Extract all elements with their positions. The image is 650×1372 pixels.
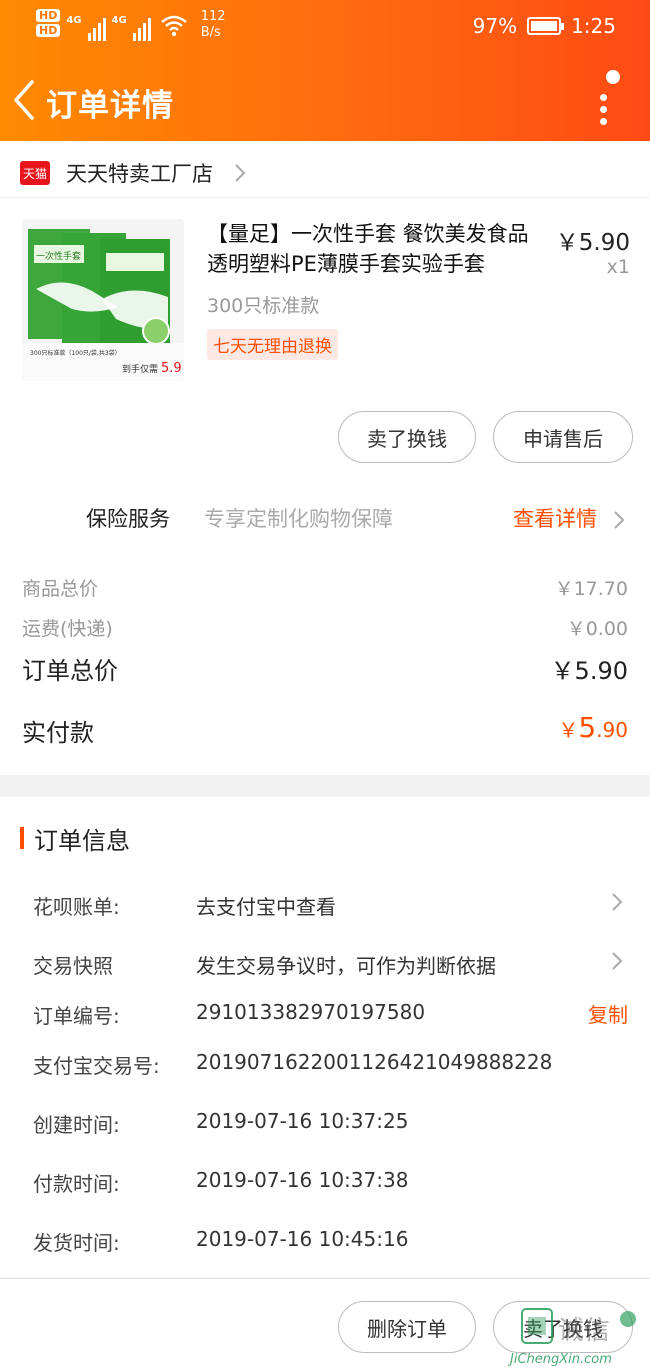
paid-currency: ￥ <box>558 718 579 742</box>
image-price-value: 5.9 <box>161 361 182 376</box>
net-type-1: 4G <box>66 15 82 26</box>
watermark-logo: 诚信 JiChengXin.com <box>507 1308 636 1367</box>
more-dot-icon <box>600 94 607 101</box>
net-speed-value: 112 <box>200 9 226 24</box>
paid-label: 实付款 <box>22 719 94 747</box>
divider <box>0 197 650 198</box>
alipay-number-label: 支付宝交易号: <box>33 1054 160 1078</box>
back-arrow-icon[interactable] <box>10 78 40 122</box>
chevron-right-icon <box>235 164 246 182</box>
more-menu-button[interactable] <box>592 70 622 125</box>
copy-button[interactable]: 复制 <box>588 999 628 1028</box>
nav-bar: 订单详情 <box>0 60 650 140</box>
clock: 1:25 <box>571 14 616 38</box>
huabei-link[interactable]: 去支付宝中查看 <box>196 891 336 920</box>
shipping-value: ￥0.00 <box>566 618 628 640</box>
glove-package-image: 300只标准款（100只/袋,共3袋） 到手仅需 5.9 一次性手套 <box>22 219 184 381</box>
image-caption: 300只标准款（100只/袋,共3袋） <box>30 349 121 357</box>
created-time-value: 2019-07-16 10:37:25 <box>196 1109 409 1133</box>
order-info-card: 订单信息 花呗账单: 去支付宝中查看 交易快照 发生交易争议时，可作为判断依据 … <box>0 797 650 1277</box>
snapshot-label: 交易快照 <box>33 954 113 978</box>
order-total-label: 订单总价 <box>22 657 118 685</box>
insurance-label: 保险服务 <box>86 507 170 531</box>
status-left: HD HD 4G 4G 112 B/s <box>36 9 226 41</box>
created-time-label: 创建时间: <box>33 1113 120 1137</box>
watermark-text: 诚信 <box>558 1316 610 1346</box>
watermark-url: JiChengXin.com <box>507 1352 612 1367</box>
product-sku: 300只标准款 <box>207 295 320 317</box>
image-price-label: 到手仅需 <box>122 363 158 375</box>
insurance-details-link[interactable]: 查看详情 <box>513 503 597 533</box>
huabei-label: 花呗账单: <box>33 895 120 919</box>
paid-integer: 5 <box>578 711 597 744</box>
product-title[interactable]: 【量足】一次性手套 餐饮美发食品透明塑料PE薄膜手套实验手套 <box>207 219 543 279</box>
order-number-label: 订单编号: <box>33 1004 120 1028</box>
hd-badge-1: HD <box>36 9 61 22</box>
net-speed-unit: B/s <box>200 25 221 40</box>
snapshot-link[interactable]: 发生交易争议时，可作为判断依据 <box>196 950 496 979</box>
order-total-value: ￥5.90 <box>550 657 628 685</box>
hd-badge-2: HD <box>36 24 61 37</box>
order-number-value: 291013382970197580 <box>196 1000 426 1024</box>
delete-order-button[interactable]: 删除订单 <box>338 1301 476 1353</box>
image-title: 一次性手套 <box>36 250 81 262</box>
insurance-description: 专享定制化购物保障 <box>204 507 393 531</box>
sell-for-cash-button[interactable]: 卖了换钱 <box>338 411 476 463</box>
alipay-number-value: 2019071622001126421049888228 <box>196 1050 553 1074</box>
header-bar: HD HD 4G 4G 112 B/s 97% 1:25 订单详情 <box>0 0 650 141</box>
signal-icon-1 <box>87 13 106 41</box>
more-dot-icon <box>600 106 607 113</box>
chevron-right-icon[interactable] <box>610 950 624 972</box>
battery-percent: 97% <box>472 14 518 38</box>
paid-time-value: 2019-07-16 10:37:38 <box>196 1168 409 1192</box>
page-title: 订单详情 <box>46 88 174 124</box>
battery-icon <box>527 17 565 35</box>
paid-time-label: 付款时间: <box>33 1172 120 1196</box>
return-policy-badge: 七天无理由退换 <box>207 329 338 360</box>
shop-name: 天天特卖工厂店 <box>66 162 213 186</box>
section-title: 订单信息 <box>34 827 130 855</box>
paid-amount: ￥5.90 <box>558 711 628 744</box>
chevron-right-icon[interactable] <box>610 891 624 913</box>
section-accent-bar <box>20 827 24 849</box>
ship-time-label: 发货时间: <box>33 1231 120 1255</box>
more-dot-icon <box>600 118 607 125</box>
notification-dot-icon <box>606 70 620 84</box>
wifi-icon <box>160 15 187 37</box>
product-price: ￥5.90 <box>555 230 630 256</box>
hd-badges: HD HD <box>36 9 61 37</box>
status-right: 97% 1:25 <box>473 14 616 38</box>
paid-decimal: .90 <box>596 718 628 742</box>
product-quantity: x1 <box>606 256 630 278</box>
bottom-action-bar: 删除订单 卖了换钱 诚信 JiChengXin.com <box>0 1278 650 1372</box>
goods-total-label: 商品总价 <box>22 578 99 600</box>
ship-time-value: 2019-07-16 10:45:16 <box>196 1227 409 1251</box>
chevron-right-icon[interactable] <box>612 509 626 531</box>
shipping-label: 运费(快递) <box>22 618 113 640</box>
shop-row[interactable]: 天猫 天天特卖工厂店 <box>20 155 247 191</box>
tmall-logo: 天猫 <box>20 161 50 185</box>
net-speed: 112 B/s <box>201 9 226 41</box>
after-sale-button[interactable]: 申请售后 <box>493 411 633 463</box>
status-bar: HD HD 4G 4G 112 B/s 97% 1:25 <box>0 0 650 52</box>
goods-total-value: ￥17.70 <box>554 578 628 600</box>
order-card: 天猫 天天特卖工厂店 300只标准款（100只/袋,共3袋） 到手仅需 5.9 … <box>0 141 650 775</box>
product-image[interactable]: 300只标准款（100只/袋,共3袋） 到手仅需 5.9 一次性手套 <box>22 219 184 381</box>
net-type-2: 4G <box>111 15 127 26</box>
signal-icon-2 <box>132 13 151 41</box>
